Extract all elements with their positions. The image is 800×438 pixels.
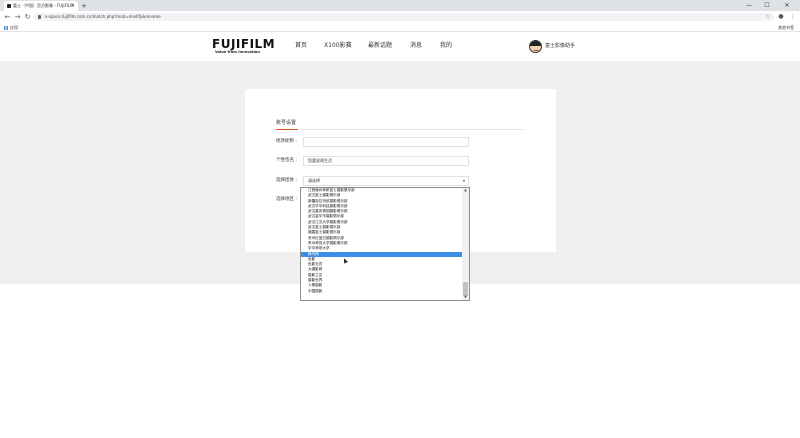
avatar[interactable] [529, 40, 542, 53]
maximize-button[interactable]: ☐ [760, 0, 774, 11]
signature-input[interactable]: 您要说两生活 [303, 156, 469, 166]
nav-home[interactable]: 首页 [295, 42, 307, 50]
club-select[interactable]: 请选择 ▾ [303, 176, 469, 186]
club-label: 选择团体 : [276, 178, 297, 183]
site-header: FUJIFILM Value from Innovation 首页 X100影赛… [0, 32, 800, 61]
scrollbar-thumb[interactable] [463, 282, 468, 296]
dropdown-option[interactable]: 中国摄影 [301, 289, 463, 294]
other-bookmarks[interactable]: 其他书签 [778, 23, 794, 32]
scroll-down-icon[interactable]: ▼ [462, 295, 469, 300]
forward-icon[interactable]: → [13, 12, 22, 22]
apps-label: 应用 [10, 25, 18, 30]
club-select-value: 请选择 [308, 178, 320, 183]
nav-mine[interactable]: 我的 [440, 42, 452, 50]
menu-icon[interactable]: ⋮ [788, 12, 798, 22]
bookmarks-bar: 应用 其他书签 [0, 23, 800, 32]
section-divider [276, 129, 524, 130]
user-name[interactable]: 富士影像助手 [545, 43, 575, 50]
reload-icon[interactable]: ↻ [23, 12, 32, 22]
browser-tabstrip: 富士（中国）官方影像 - FUJIFILM × + — ☐ ✕ [0, 0, 800, 11]
bookmark-star-icon[interactable]: ☆ [766, 13, 770, 21]
section-title: 账号设置 [276, 120, 297, 126]
tab-close-icon[interactable]: × [71, 1, 75, 11]
profile-icon[interactable]: ● [776, 12, 786, 22]
minimize-button[interactable]: — [742, 0, 756, 11]
region-label: 选择地区 : [276, 197, 297, 202]
tab-title: 富士（中国）官方影像 - FUJIFILM [13, 3, 74, 8]
apps-shortcut[interactable]: 应用 [4, 23, 18, 32]
nickname-input[interactable] [303, 137, 469, 147]
club-dropdown-list[interactable]: 江西赣州林帆富士摄影俱乐部 武汉富士摄影俱乐部 新疆克拉玛依摄影俱乐部 武汉华中科技摄… [300, 187, 470, 301]
scroll-up-icon[interactable]: ▲ [462, 188, 469, 193]
lock-icon [38, 15, 41, 19]
browser-toolbar: ← → ↻ x-space.fujifilm.com.cn/match.php?… [0, 11, 800, 23]
dropdown-scrollbar[interactable]: ▲ ▼ [462, 188, 469, 300]
url-text[interactable]: x-space.fujifilm.com.cn/match.php?mod=mo… [45, 13, 161, 21]
address-bar[interactable]: x-space.fujifilm.com.cn/match.php?mod=mo… [34, 13, 774, 21]
nav-latest-topics[interactable]: 最新话题 [368, 42, 392, 50]
close-window-button[interactable]: ✕ [780, 0, 794, 11]
browser-tab[interactable]: 富士（中国）官方影像 - FUJIFILM × [4, 1, 78, 11]
dropdown-options: 江西赣州林帆富士摄影俱乐部 武汉富士摄影俱乐部 新疆克拉玛依摄影俱乐部 武汉华中科技摄… [301, 188, 463, 294]
nav-messages[interactable]: 消息 [410, 42, 422, 50]
nickname-label: 修改昵称 : [276, 139, 297, 144]
signature-label: 个性签名 : [276, 158, 297, 163]
chevron-down-icon: ▾ [462, 178, 465, 183]
favicon-icon [7, 4, 11, 8]
back-icon[interactable]: ← [3, 12, 12, 22]
new-tab-button[interactable]: + [81, 1, 87, 11]
logo-wordmark: FUJIFILM [212, 37, 276, 51]
nav-x100-contest[interactable]: X100影赛 [324, 42, 352, 50]
fujifilm-logo[interactable]: FUJIFILM Value from Innovation [212, 38, 275, 55]
apps-grid-icon [4, 26, 8, 30]
